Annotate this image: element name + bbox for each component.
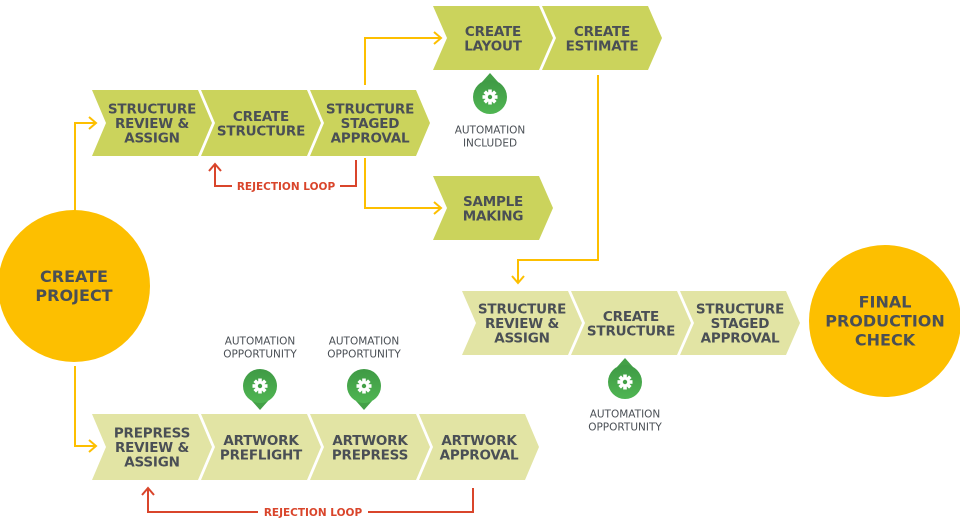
- prepress-step-2[interactable]: ARTWORK PREFLIGHT: [201, 414, 321, 480]
- layout-step-2[interactable]: CREATE ESTIMATE: [542, 6, 662, 70]
- step-label: ARTWORK APPROVAL: [440, 433, 519, 464]
- automation-opportunity-badge: AUTOMATION OPPORTUNITY: [223, 336, 297, 410]
- automation-opportunity-badge: AUTOMATION OPPORTUNITY: [327, 336, 401, 410]
- automation-label: AUTOMATION OPPORTUNITY: [588, 409, 662, 434]
- layout-step-1[interactable]: CREATE LAYOUT: [433, 6, 553, 70]
- workflow-canvas: REJECTION LOOP REJECTION LOOP STRUCTURE R…: [0, 6, 960, 519]
- workflow-diagram: REJECTION LOOP REJECTION LOOP STRUCTURE R…: [0, 0, 960, 520]
- automation-label: AUTOMATION OPPORTUNITY: [327, 336, 401, 361]
- automation-label: AUTOMATION INCLUDED: [455, 125, 526, 150]
- connector-to-prepress-row: [74, 366, 95, 447]
- connector-to-layout-row: [364, 37, 440, 85]
- sample-step-1[interactable]: SAMPLE MAKING: [433, 176, 553, 240]
- step-label: PREPRESS REVIEW & ASSIGN: [114, 426, 190, 471]
- prepress-step-1[interactable]: PREPRESS REVIEW & ASSIGN: [92, 414, 212, 480]
- rejection-loop-label: REJECTION LOOP: [264, 507, 363, 519]
- circle-label: CREATE PROJECT: [35, 267, 112, 305]
- gear-icon: [252, 378, 268, 394]
- structure-step-2[interactable]: CREATE STRUCTURE: [201, 90, 321, 156]
- structure-step-1[interactable]: STRUCTURE REVIEW & ASSIGN: [92, 90, 212, 156]
- final-structure-step-3[interactable]: STRUCTURE STAGED APPROVAL: [680, 291, 800, 355]
- automation-opportunity-badge: AUTOMATION OPPORTUNITY: [588, 358, 662, 434]
- step-label: ARTWORK PREPRESS: [332, 433, 409, 464]
- structure-step-3[interactable]: STRUCTURE STAGED APPROVAL: [310, 90, 430, 156]
- final-structure-step-2[interactable]: CREATE STRUCTURE: [571, 291, 691, 355]
- rejection-loop-label: REJECTION LOOP: [237, 181, 336, 193]
- prepress-step-4[interactable]: ARTWORK APPROVAL: [419, 414, 539, 480]
- automation-included-badge: AUTOMATION INCLUDED: [455, 73, 526, 150]
- step-label: SAMPLE MAKING: [463, 194, 524, 225]
- start-node-create-project[interactable]: CREATE PROJECT: [0, 210, 150, 362]
- automation-label: AUTOMATION OPPORTUNITY: [223, 336, 297, 361]
- end-node-final-production-check[interactable]: FINAL PRODUCTION CHECK: [809, 245, 960, 397]
- final-structure-step-1[interactable]: STRUCTURE REVIEW & ASSIGN: [462, 291, 582, 355]
- gear-icon: [617, 374, 633, 390]
- prepress-step-3[interactable]: ARTWORK PREPRESS: [310, 414, 430, 480]
- connector-to-sample-row: [364, 158, 440, 209]
- gear-icon: [356, 378, 372, 394]
- step-label: ARTWORK PREFLIGHT: [220, 433, 303, 464]
- gear-icon: [482, 89, 498, 105]
- step-label: CREATE LAYOUT: [464, 24, 522, 55]
- step-label: CREATE ESTIMATE: [566, 24, 639, 55]
